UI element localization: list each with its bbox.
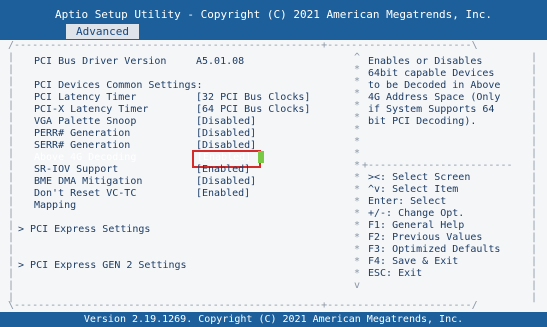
item-value-above-4g[interactable]: [Enabled] (197, 152, 251, 164)
key-f3-defaults: F3: Optimized Defaults (368, 244, 501, 255)
help-line-6: bit PCI Decoding). (368, 116, 477, 127)
item-value-vga-snoop[interactable]: [Disabled] (196, 116, 256, 128)
header-bar: Aptio Setup Utility - Copyright (C) 2021… (0, 0, 547, 40)
tab-advanced[interactable]: Advanced (66, 24, 139, 39)
item-value-bme-dma[interactable]: [Disabled] (196, 176, 256, 188)
submenu-pcie-settings[interactable]: > PCI Express Settings (18, 224, 150, 236)
frame-top-border: /---------------------------------------… (8, 40, 478, 51)
key-f2-previous: F2: Previous Values (368, 232, 483, 243)
item-label-serr[interactable]: SERR# Generation (34, 140, 130, 152)
item-value-sriov[interactable]: [Enabled] (196, 164, 250, 176)
common-settings-heading: PCI Devices Common Settings: (34, 80, 203, 91)
item-label-above-4g[interactable]: Above 4G Decoding (34, 152, 136, 164)
key-f1-help: F1: General Help (368, 220, 465, 231)
driver-version-value: A5.01.08 (196, 56, 245, 67)
mapping-label: Mapping (34, 200, 77, 211)
key-select-screen: ><: Select Screen (368, 172, 471, 183)
help-line-5: if System Supports 64 (368, 104, 495, 115)
app-title: Aptio Setup Utility - Copyright (C) 2021… (54, 8, 493, 21)
help-divider: +------------------------ (362, 160, 513, 171)
item-label-perr[interactable]: PERR# Generation (34, 128, 130, 140)
submenu-pcie-settings-label: PCI Express Settings (30, 224, 151, 235)
frame-left-border: | | | | | | | | | | | | | | | | | | | | … (8, 52, 15, 303)
key-enter-select: Enter: Select (368, 196, 447, 207)
submenu-pcie-gen2-settings[interactable]: > PCI Express GEN 2 Settings (18, 260, 187, 272)
help-line-4: 4G Address Space (Only (368, 92, 501, 103)
key-change-opt: +/-: Change Opt. (368, 208, 465, 219)
item-label-sriov[interactable]: SR-IOV Support (34, 164, 118, 176)
item-label-bme-dma[interactable]: BME DMA Mitigation (34, 176, 142, 188)
key-f4-save-exit: F4: Save & Exit (368, 256, 459, 267)
item-label-vga-snoop[interactable]: VGA Palette Snoop (34, 116, 136, 128)
settings-panel: /---------------------------------------… (0, 40, 547, 312)
item-label-reset-vctc[interactable]: Don't Reset VC-TC (34, 188, 136, 200)
frame-right-border: | | | | | | | | | | | | | | | | | | | | … (531, 52, 538, 303)
footer-text: Version 2.19.1269. Copyright (C) 2021 Am… (83, 314, 464, 325)
help-line-3: to be Decoded in Above (368, 80, 501, 91)
item-value-perr[interactable]: [Disabled] (196, 128, 256, 140)
scrollbar[interactable]: ^ * * * * * * * * * * * * * * * * * * v (354, 52, 364, 300)
item-label-pci-latency[interactable]: PCI Latency Timer (34, 92, 136, 104)
key-select-item: ^v: Select Item (368, 184, 459, 195)
help-line-1: Enables or Disables (368, 56, 483, 67)
item-value-pcix-latency[interactable]: [64 PCI Bus Clocks] (196, 104, 310, 116)
submenu-pcie-gen2-label: PCI Express GEN 2 Settings (30, 260, 187, 271)
driver-version-label: PCI Bus Driver Version (34, 56, 167, 67)
item-label-pcix-latency[interactable]: PCI-X Latency Timer (34, 104, 148, 116)
frame-bottom-border: \---------------------------------------… (8, 300, 478, 311)
help-line-2: 64bit capable Devices (368, 68, 495, 79)
item-value-pci-latency[interactable]: [32 PCI Bus Clocks] (196, 92, 310, 104)
bios-screen: Aptio Setup Utility - Copyright (C) 2021… (0, 0, 547, 327)
item-value-reset-vctc[interactable]: [Enabled] (196, 188, 250, 200)
edit-cursor (258, 151, 264, 163)
key-esc-exit: ESC: Exit (368, 268, 423, 279)
